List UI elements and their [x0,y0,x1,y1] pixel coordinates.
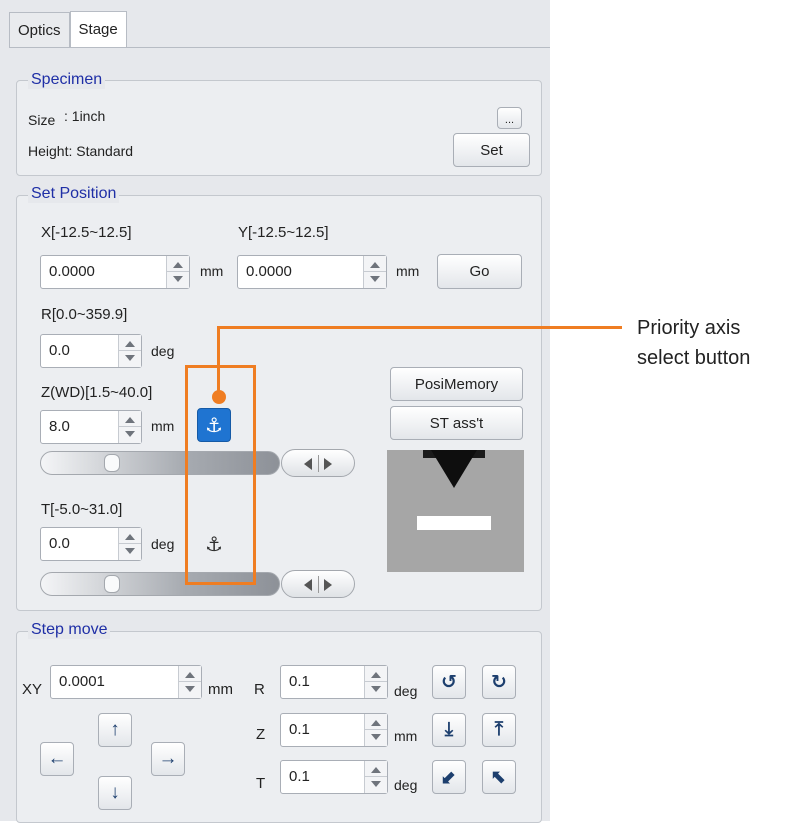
t-slider-handle[interactable] [104,575,121,593]
posimemory-button[interactable]: PosiMemory [390,367,523,401]
step-z-value: 0.1 [289,721,310,738]
arrow-down-icon: ↓ [110,782,120,803]
step-r-label: R [254,681,265,698]
step-r-input[interactable]: 0.1 [280,665,388,699]
z-unit: mm [151,418,175,434]
x-position-input[interactable]: 0.0000 [40,255,190,289]
step-t-value: 0.1 [289,768,310,785]
step-t-label: T [256,775,266,792]
step-z-stepper[interactable] [364,714,387,746]
x-unit: mm [200,263,224,279]
specimen-stage-shape [417,516,491,530]
step-xy-value: 0.0001 [59,673,105,690]
t-position-stepper[interactable] [118,528,141,560]
r-position-input[interactable]: 0.0 [40,334,142,368]
specimen-set-button[interactable]: Set [453,133,530,167]
z-position-input[interactable]: 8.0 [40,410,142,444]
specimen-height: Height: Standard [28,143,134,159]
t-jog-buttons[interactable] [281,570,355,598]
step-r-stepper[interactable] [364,666,387,698]
annotation-line-2: select button [637,347,751,369]
r-range-label: R[0.0~359.9] [41,306,128,323]
z-jog-buttons[interactable] [281,449,355,477]
z-slider-handle[interactable] [104,454,121,472]
z-range-label: Z(WD)[1.5~40.0] [41,384,153,401]
move-up-button[interactable]: ↑ [98,713,132,747]
z-down-icon: ⤓ [444,719,454,740]
rotate-ccw-icon: ↺ [441,671,457,693]
step-r-value: 0.1 [289,673,310,690]
y-position-input[interactable]: 0.0000 [237,255,387,289]
specimen-title: Specimen [28,71,106,89]
x-position-value: 0.0000 [49,263,95,280]
tab-bar: Optics Stage [9,11,127,48]
stage-preview [387,450,524,572]
step-xy-unit: mm [208,681,233,698]
tilt-down-button[interactable]: ⬋ [432,760,466,794]
step-z-input[interactable]: 0.1 [280,713,388,747]
y-range-label: Y[-12.5~12.5] [238,224,329,241]
step-t-unit: deg [394,777,418,793]
x-position-stepper[interactable] [166,256,189,288]
step-z-label: Z [256,726,266,743]
arrow-up-icon: ↑ [110,719,120,740]
y-position-value: 0.0000 [246,263,292,280]
callout-line-horizontal [217,326,622,329]
tilt-up-icon: ⬉ [491,766,507,788]
tilt-down-icon: ⬋ [441,766,457,788]
arrow-left-icon: ← [47,748,67,769]
move-left-button[interactable]: ← [40,742,74,776]
objective-tip-shape [431,450,477,488]
priority-axis-annotation: Priority axis select button [637,313,750,373]
rotate-cw-button[interactable]: ↻ [482,665,516,699]
t-range-label: T[-5.0~31.0] [41,501,123,518]
z-up-icon: ⤒ [494,719,504,740]
r-position-value: 0.0 [49,342,70,359]
step-t-input[interactable]: 0.1 [280,760,388,794]
rotate-cw-icon: ↻ [491,671,507,693]
callout-line-vertical [217,328,220,394]
callout-dot [212,390,226,404]
x-range-label: X[-12.5~12.5] [41,224,132,241]
t-jog-left-icon[interactable] [304,579,312,591]
stage-panel: Optics Stage Specimen Size : 1inch Heigh… [0,0,550,823]
t-unit: deg [151,536,175,552]
step-z-unit: mm [394,728,418,744]
t-position-input[interactable]: 0.0 [40,527,142,561]
rotate-ccw-button[interactable]: ↺ [432,665,466,699]
z-position-stepper[interactable] [118,411,141,443]
r-position-stepper[interactable] [118,335,141,367]
tab-stage[interactable]: Stage [69,11,127,47]
z-down-button[interactable]: ⤓ [432,713,466,747]
tilt-up-button[interactable]: ⬉ [482,760,516,794]
go-button[interactable]: Go [437,254,522,289]
move-down-button[interactable]: ↓ [98,776,132,810]
step-t-stepper[interactable] [364,761,387,793]
tab-optics[interactable]: Optics [9,12,70,47]
step-r-unit: deg [394,683,418,699]
specimen-more-button[interactable]: ... [497,107,522,129]
t-position-value: 0.0 [49,535,70,552]
z-jog-left-icon[interactable] [304,458,312,470]
z-up-button[interactable]: ⤒ [482,713,516,747]
r-unit: deg [151,343,175,359]
specimen-size-value: : 1inch [64,108,106,124]
step-xy-input[interactable]: 0.0001 [50,665,202,699]
z-position-value: 8.0 [49,418,70,435]
annotation-line-1: Priority axis [637,317,741,339]
set-position-title: Set Position [28,185,120,203]
t-jog-right-icon[interactable] [324,579,332,591]
step-move-title: Step move [28,621,111,639]
z-jog-right-icon[interactable] [324,458,332,470]
st-assist-button[interactable]: ST ass't [390,406,523,440]
y-unit: mm [396,263,420,279]
arrow-right-icon: → [158,748,178,769]
move-right-button[interactable]: → [151,742,185,776]
step-xy-stepper[interactable] [178,666,201,698]
tab-divider [9,47,550,48]
specimen-size-label: Size [28,112,56,128]
step-xy-label: XY [22,681,43,698]
y-position-stepper[interactable] [363,256,386,288]
